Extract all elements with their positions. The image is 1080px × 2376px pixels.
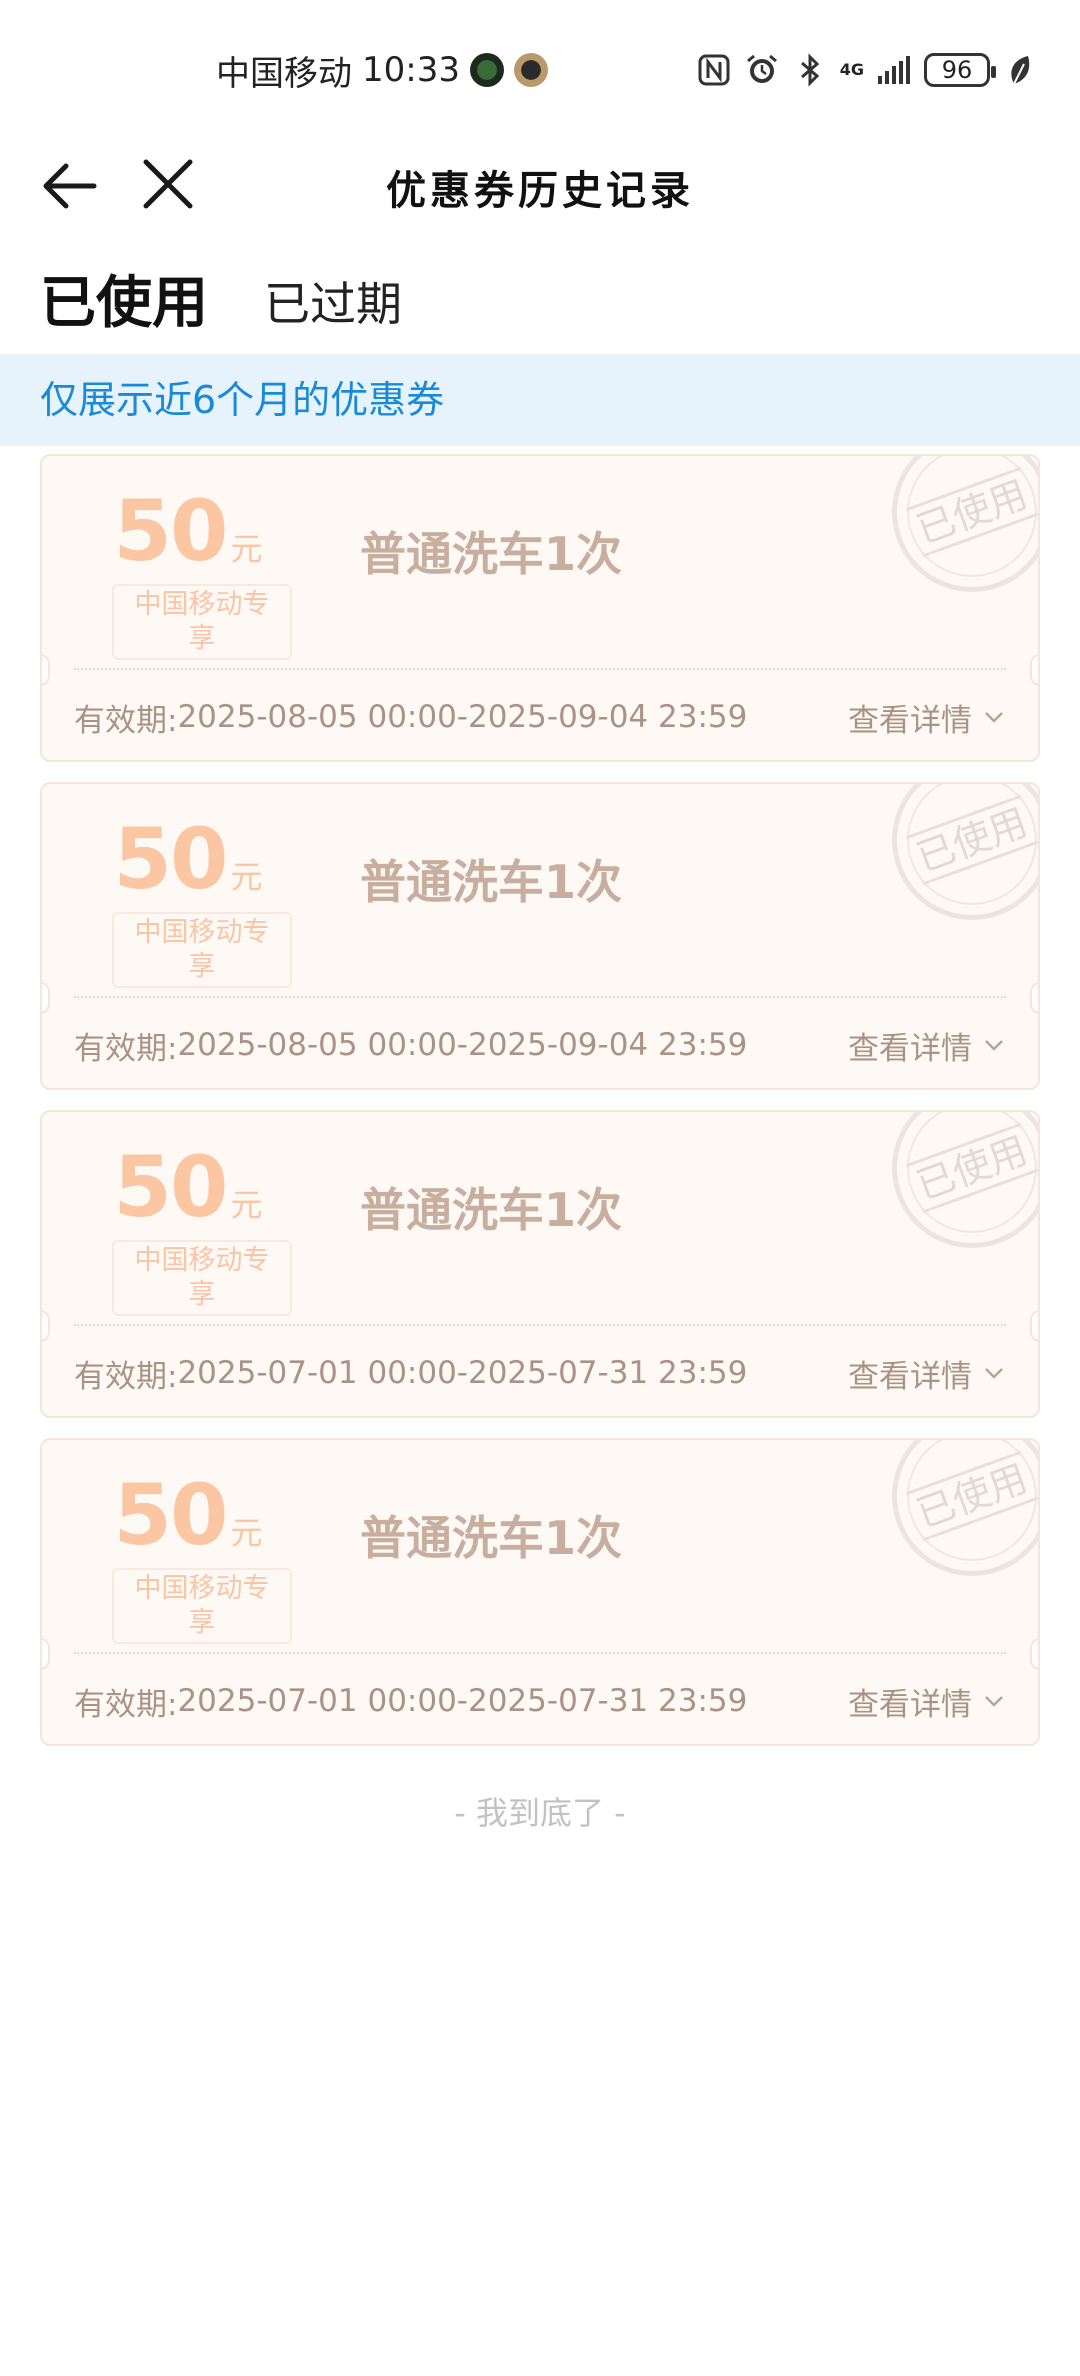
coupon-amount: 50 xyxy=(113,810,229,908)
details-label: 查看详情 xyxy=(848,1030,972,1067)
coupon-amount: 50 xyxy=(113,482,229,580)
coupon-validity: 有效期: 2025-08-05 00:00-2025-09-04 23:59 xyxy=(74,695,747,740)
battery-indicator: 96 xyxy=(924,53,996,87)
coupon-divider xyxy=(74,1652,1006,1654)
coupon-card: 50 元 中国移动专享 普通洗车1次 已使用 有效期: 2025-08-05 0… xyxy=(40,782,1040,1090)
coupon-card: 50 元 中国移动专享 普通洗车1次 已使用 有效期: 2025-07-01 0… xyxy=(40,1110,1040,1418)
tab-bar: 已使用 已过期 xyxy=(0,262,1080,354)
coupon-amount-block: 50 元 中国移动专享 xyxy=(98,1466,292,1644)
tab-expired[interactable]: 已过期 xyxy=(264,262,402,352)
coupon-amount-block: 50 元 中国移动专享 xyxy=(98,810,292,988)
validity-label: 有效期: xyxy=(74,1686,178,1723)
status-bar: 中国移动 10:33 4G 96 xyxy=(0,0,1080,140)
validity-range: 2025-07-01 00:00-2025-07-31 23:59 xyxy=(177,1355,748,1391)
validity-range: 2025-07-01 00:00-2025-07-31 23:59 xyxy=(177,1683,748,1719)
coupon-top: 50 元 中国移动专享 普通洗车1次 已使用 xyxy=(42,784,1038,998)
coupon-bottom: 有效期: 2025-08-05 00:00-2025-09-04 23:59 查… xyxy=(74,682,1006,752)
used-stamp: 已使用 xyxy=(892,1440,1038,1576)
notch-right xyxy=(1030,1310,1038,1342)
coupon-bottom: 有效期: 2025-07-01 00:00-2025-07-31 23:59 查… xyxy=(74,1666,1006,1736)
stamp-label: 已使用 xyxy=(905,794,1038,886)
chevron-down-icon xyxy=(985,1040,1003,1051)
status-time: 10:33 xyxy=(362,50,460,90)
coupon-top: 50 元 中国移动专享 普通洗车1次 已使用 xyxy=(42,1112,1038,1326)
used-stamp: 已使用 xyxy=(892,1112,1038,1248)
validity-label: 有效期: xyxy=(74,702,178,739)
notification-app-icon xyxy=(469,53,504,87)
alarm-icon xyxy=(746,54,777,83)
coupon-unit: 元 xyxy=(230,530,263,568)
coupon-unit: 元 xyxy=(230,858,263,896)
status-left: 中国移动 10:33 xyxy=(216,46,548,94)
validity-range: 2025-08-05 00:00-2025-09-04 23:59 xyxy=(177,1027,748,1063)
used-stamp: 已使用 xyxy=(892,456,1038,592)
validity-label: 有效期: xyxy=(74,1358,178,1395)
coupon-name: 普通洗车1次 xyxy=(360,855,623,909)
coupon-name: 普通洗车1次 xyxy=(360,1183,623,1237)
coupon-amount-block: 50 元 中国移动专享 xyxy=(98,482,292,660)
coupon-amount: 50 xyxy=(113,1466,229,1564)
validity-range: 2025-08-05 00:00-2025-09-04 23:59 xyxy=(177,699,748,735)
coupon-divider xyxy=(74,668,1006,670)
bluetooth-icon xyxy=(800,53,819,87)
coupon-tag: 中国移动专享 xyxy=(112,912,292,988)
coupon-validity: 有效期: 2025-07-01 00:00-2025-07-31 23:59 xyxy=(74,1679,747,1724)
notch-left xyxy=(42,1310,50,1342)
chevron-down-icon xyxy=(985,1696,1003,1707)
coupon-validity: 有效期: 2025-07-01 00:00-2025-07-31 23:59 xyxy=(74,1351,747,1396)
view-details-button[interactable]: 查看详情 xyxy=(848,1023,1006,1068)
notification-app-icon-2 xyxy=(513,53,548,87)
battery-level: 96 xyxy=(941,56,973,84)
network-type: 4G xyxy=(839,60,864,79)
coupon-amount-block: 50 元 中国移动专享 xyxy=(98,1138,292,1316)
coupon-list: 50 元 中国移动专享 普通洗车1次 已使用 有效期: 2025-08-05 0… xyxy=(40,454,1040,1766)
notch-left xyxy=(42,1638,50,1670)
coupon-card: 50 元 中国移动专享 普通洗车1次 已使用 有效期: 2025-07-01 0… xyxy=(40,1438,1040,1746)
coupon-tag: 中国移动专享 xyxy=(112,1568,292,1644)
nav-bar: 优惠券历史记录 xyxy=(0,140,1080,240)
notch-left xyxy=(42,982,50,1014)
notch-right xyxy=(1030,1638,1038,1670)
stamp-label: 已使用 xyxy=(905,1450,1038,1542)
stamp-label: 已使用 xyxy=(905,1122,1038,1214)
coupon-divider xyxy=(74,996,1006,998)
nfc-icon xyxy=(698,54,730,86)
coupon-amount: 50 xyxy=(113,1138,229,1236)
coupon-divider xyxy=(74,1324,1006,1326)
coupon-bottom: 有效期: 2025-08-05 00:00-2025-09-04 23:59 查… xyxy=(74,1010,1006,1080)
coupon-name: 普通洗车1次 xyxy=(360,1511,623,1565)
coupon-name: 普通洗车1次 xyxy=(360,527,623,581)
signal-icon xyxy=(878,56,910,84)
notch-left xyxy=(42,654,50,686)
notch-right xyxy=(1030,982,1038,1014)
coupon-tag: 中国移动专享 xyxy=(112,1240,292,1316)
end-of-list-text: - 我到底了 - xyxy=(454,1794,626,1832)
coupon-unit: 元 xyxy=(230,1514,263,1552)
status-right: 4G 96 xyxy=(696,46,1038,94)
details-label: 查看详情 xyxy=(848,702,972,739)
used-stamp: 已使用 xyxy=(892,784,1038,920)
view-details-button[interactable]: 查看详情 xyxy=(848,695,1006,740)
chevron-down-icon xyxy=(985,1368,1003,1379)
coupon-card: 50 元 中国移动专享 普通洗车1次 已使用 有效期: 2025-08-05 0… xyxy=(40,454,1040,762)
details-label: 查看详情 xyxy=(848,1686,972,1723)
coupon-top: 50 元 中国移动专享 普通洗车1次 已使用 xyxy=(42,1440,1038,1654)
notch-right xyxy=(1030,654,1038,686)
chevron-down-icon xyxy=(985,712,1003,723)
leaf-icon xyxy=(1011,56,1030,85)
view-details-button[interactable]: 查看详情 xyxy=(848,1679,1006,1724)
coupon-validity: 有效期: 2025-08-05 00:00-2025-09-04 23:59 xyxy=(74,1023,747,1068)
notice-banner: 仅展示近6个月的优惠券 xyxy=(0,354,1080,446)
tab-used[interactable]: 已使用 xyxy=(40,262,208,352)
validity-label: 有效期: xyxy=(74,1030,178,1067)
coupon-top: 50 元 中国移动专享 普通洗车1次 已使用 xyxy=(42,456,1038,670)
coupon-bottom: 有效期: 2025-07-01 00:00-2025-07-31 23:59 查… xyxy=(74,1338,1006,1408)
carrier-name: 中国移动 xyxy=(216,53,352,94)
page-title: 优惠券历史记录 xyxy=(386,167,694,214)
coupon-tag: 中国移动专享 xyxy=(112,584,292,660)
coupon-unit: 元 xyxy=(230,1186,263,1224)
details-label: 查看详情 xyxy=(848,1358,972,1395)
view-details-button[interactable]: 查看详情 xyxy=(848,1351,1006,1396)
stamp-label: 已使用 xyxy=(905,466,1038,558)
